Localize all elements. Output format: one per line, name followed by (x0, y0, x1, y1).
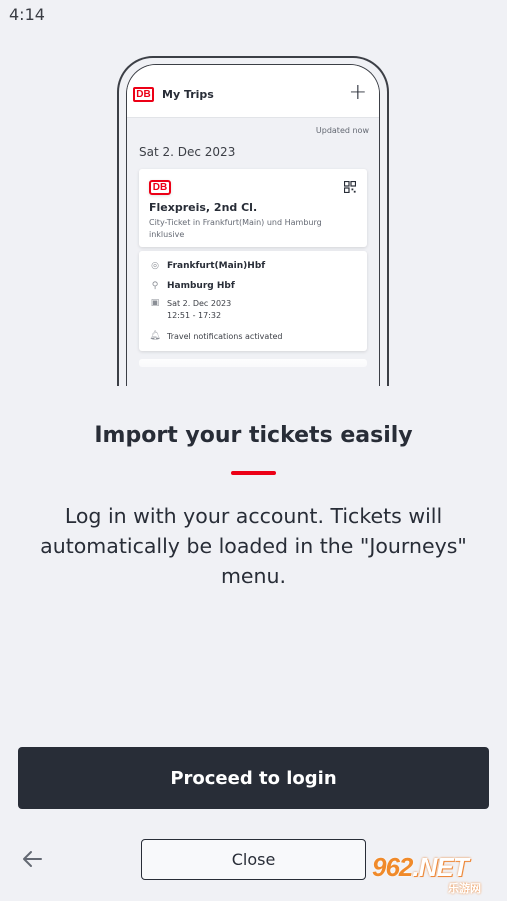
app-header: DB My Trips + (127, 65, 379, 118)
close-button[interactable]: Close (141, 839, 366, 880)
phone-mockup: DB My Trips + Updated now Sat 2. Dec 202… (117, 56, 389, 386)
app-title: My Trips (162, 88, 214, 101)
db-logo: DB (149, 180, 171, 195)
watermark-sub: 乐游网 (448, 882, 481, 895)
ticket-title: Flexpreis, 2nd Cl. (149, 201, 258, 214)
plus-icon: + (348, 80, 367, 105)
onboarding-heading: Import your tickets easily (94, 423, 413, 448)
accent-divider (231, 471, 276, 475)
ticket-subtitle: City-Ticket in Frankfurt(Main) und Hambu… (149, 218, 322, 239)
ticket-card: DB Flexpreis, 2nd Cl. City-Ticket in Fra… (139, 169, 367, 247)
watermark-logo: 962.NET 乐游网 (368, 852, 500, 896)
notification-status: Travel notifications activated (167, 331, 283, 341)
destination-station: Hamburg Hbf (167, 281, 235, 291)
calendar-icon: ▣ (150, 298, 160, 308)
journey-date: Sat 2. Dec 2023 (167, 298, 232, 308)
onboarding-description: Log in with your account. Tickets will a… (40, 504, 467, 588)
back-arrow-icon[interactable] (20, 848, 44, 870)
status-time: 4:14 (9, 5, 45, 24)
origin-station: Frankfurt(Main)Hbf (167, 261, 266, 271)
location-pin-icon: ⚲ (151, 281, 159, 291)
watermark-suffix: .NET (412, 852, 468, 882)
journey-card: ◎ Frankfurt(Main)Hbf ⚲ Hamburg Hbf ▣ Sat… (139, 251, 367, 351)
qr-code-icon (344, 181, 356, 193)
origin-dot-icon: ◎ (151, 261, 159, 271)
updated-label: Updated now (315, 126, 369, 135)
proceed-to-login-button[interactable]: Proceed to login (18, 747, 489, 809)
journey-time: 12:51 - 17:32 (167, 311, 222, 320)
phone-screen: DB My Trips + Updated now Sat 2. Dec 202… (126, 64, 380, 386)
bell-icon: 🔔︎ (149, 331, 161, 341)
db-logo: DB (133, 87, 154, 102)
trip-date: Sat 2. Dec 2023 (139, 145, 236, 159)
watermark-brand: 962 (372, 852, 413, 882)
